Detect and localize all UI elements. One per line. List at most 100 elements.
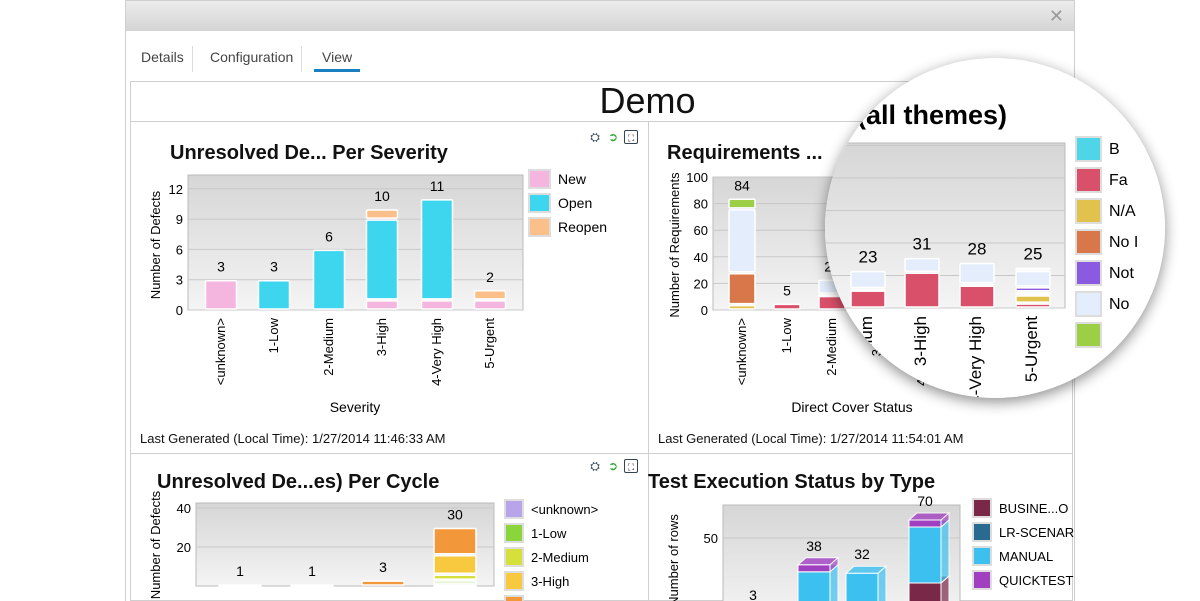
legend-label: B <box>1109 141 1120 158</box>
legend-swatch <box>504 523 524 543</box>
bar-segment <box>904 272 940 308</box>
x-tick-label: 5-Urgent <box>1022 316 1041 382</box>
legend-label: BUSINE...O <box>999 501 1068 516</box>
bar-segment <box>420 199 454 300</box>
bar-segment <box>433 580 477 584</box>
bar-segment <box>728 209 756 273</box>
bar-segment <box>773 303 801 310</box>
legend-label: <unknown> <box>531 502 598 517</box>
magnified-requirements-chart: . (all themes) 23 2-Medium 31 3-High 28 4-Very… <box>825 58 1165 398</box>
y-tick-label: 50 <box>704 531 718 546</box>
y-axis-label: Number of Requirements <box>667 172 682 318</box>
magnifier-lens: . (all themes) 23 2-Medium 31 3-High 28 4-Very… <box>825 58 1165 398</box>
magnified-title: . (all themes) <box>842 100 1007 130</box>
bar-segment <box>908 526 942 584</box>
legend-label: No <box>1109 296 1130 313</box>
y-tick-label: 3 <box>176 273 183 288</box>
y-axis-label: Number of rows <box>666 514 681 601</box>
bar-total-label: 2 <box>486 269 494 285</box>
bar-segment <box>204 279 238 310</box>
y-tick-label: 12 <box>169 182 183 197</box>
y-tick-label: 40 <box>694 250 708 265</box>
legend-label: Not <box>1109 265 1134 282</box>
bar-segment <box>361 580 405 586</box>
bar-segment <box>850 288 886 292</box>
y-tick-label: 9 <box>176 212 183 227</box>
bar-total-label: 28 <box>968 240 987 259</box>
bar-total-label: 5 <box>783 282 791 298</box>
y-axis-label: Number of Defects <box>148 190 163 299</box>
legend-swatch <box>528 193 551 213</box>
bar-segment <box>365 300 399 310</box>
x-tick-label: 5-Urgent <box>482 318 497 369</box>
bar-side <box>940 518 950 585</box>
legend-swatch <box>504 499 524 519</box>
legend-swatch <box>972 570 992 590</box>
bar-total-label: 23 <box>859 248 878 267</box>
bar-total-label: 70 <box>917 493 933 509</box>
x-tick-label: 4-Very High <box>429 318 444 386</box>
bar-segment <box>728 198 756 209</box>
y-tick-label: 0 <box>176 303 183 318</box>
bar-total-label: 3 <box>379 559 387 575</box>
bar-segment <box>1015 267 1051 271</box>
legend-swatch <box>528 217 551 237</box>
legend-swatch <box>1075 198 1102 224</box>
bar-total-label: 25 <box>1024 244 1043 263</box>
y-axis-label: Number of Defects <box>148 490 163 599</box>
bar-segment <box>1015 292 1051 295</box>
y-tick-label: 0 <box>701 303 708 318</box>
bar-total-label: 11 <box>430 178 445 194</box>
bar-total-label: 1 <box>236 563 244 579</box>
legend-label: Fa <box>1109 172 1128 189</box>
legend-label: Reopen <box>558 219 607 235</box>
y-tick-label: 6 <box>176 242 183 257</box>
legend-label: LR-SCENAR <box>999 525 1074 540</box>
x-tick-label: <unknown> <box>734 318 749 385</box>
bar-segment <box>1015 303 1051 308</box>
bar-segment <box>850 270 886 289</box>
x-tick-label: <unknown> <box>213 318 228 385</box>
bar-segment <box>908 582 942 601</box>
legend-swatch <box>972 498 992 518</box>
bar-segment <box>473 290 507 300</box>
legend-label: MANUAL <box>999 549 1053 564</box>
legend-swatch <box>1075 167 1102 193</box>
bar-segment <box>257 279 291 310</box>
legend-swatch <box>1075 229 1102 255</box>
bar-segment <box>1015 287 1051 292</box>
bar-total-label: 10 <box>374 188 390 204</box>
bar-segment <box>850 290 886 308</box>
legend-swatch <box>1075 260 1102 286</box>
bar-segment <box>728 273 756 305</box>
legend-swatch <box>972 522 992 542</box>
legend-label: 1-Low <box>531 526 567 541</box>
bar-segment <box>473 300 507 310</box>
bar-segment <box>959 285 995 308</box>
bar-total-label: 32 <box>854 546 870 562</box>
legend-swatch <box>504 595 524 601</box>
legend-swatch <box>1075 322 1102 348</box>
legend-label: 3-High <box>531 574 569 589</box>
bar-total-label: 3 <box>217 259 225 275</box>
x-tick-label: 3-High <box>911 316 930 366</box>
bar-segment <box>908 519 942 528</box>
bar-segment <box>218 584 262 588</box>
y-tick-label: 100 <box>686 170 708 185</box>
bar-total-label: 3 <box>270 259 278 275</box>
bar-segment <box>433 527 477 555</box>
bar-total-label: 84 <box>734 177 750 193</box>
legend-swatch <box>504 547 524 567</box>
bar-segment <box>728 304 756 310</box>
bar-segment <box>959 283 995 287</box>
bar-segment <box>420 300 454 310</box>
x-axis-label: Severity <box>330 399 381 415</box>
y-tick-label: 80 <box>694 197 708 212</box>
bar-total-label: 31 <box>913 235 932 254</box>
x-tick-label: 1-Low <box>266 317 281 353</box>
bar-segment <box>904 257 940 272</box>
bar-segment <box>290 584 334 588</box>
legend-swatch <box>504 571 524 591</box>
bar-total-label: 6 <box>325 228 333 244</box>
x-tick-label: 1-Low <box>779 317 794 353</box>
